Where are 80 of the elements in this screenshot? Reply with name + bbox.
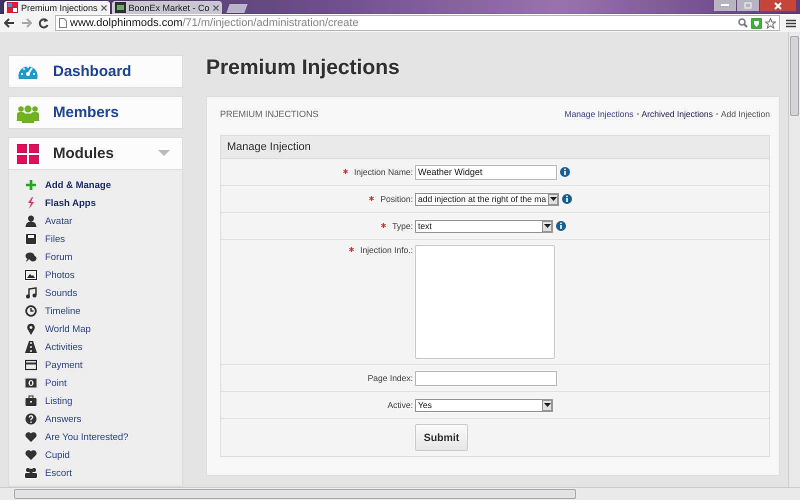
close-icon <box>774 2 782 10</box>
breadcrumb-link[interactable]: Manage Injections <box>564 109 634 119</box>
sidebar-item[interactable]: Answers <box>45 414 82 424</box>
scrollbar-thumb[interactable] <box>790 36 799 116</box>
panel-heading: PREMIUM INJECTIONS <box>220 109 320 119</box>
close-button[interactable] <box>760 0 796 11</box>
plus-icon <box>25 179 37 191</box>
close-icon[interactable] <box>212 4 219 10</box>
dropdown-field[interactable]: add injection at the right of the ma <box>415 192 560 206</box>
star-icon[interactable] <box>765 18 776 28</box>
sidebar-item[interactable]: Add & Manage <box>45 180 111 190</box>
field-label: Active: <box>387 400 413 410</box>
separator-dot <box>716 113 718 115</box>
minimize-icon <box>721 4 729 7</box>
sidebar-menu-item[interactable]: Members <box>8 96 183 129</box>
dropdown-field[interactable]: Yes <box>415 398 553 412</box>
sidebar-item[interactable]: Forum <box>45 252 72 262</box>
sidebar-item[interactable]: Point <box>45 378 67 388</box>
square-icon <box>114 2 126 13</box>
new-tab-button[interactable] <box>226 4 248 13</box>
sidebar-item[interactable]: Flash Apps <box>45 198 96 208</box>
people-icon <box>17 102 39 122</box>
menu-icon[interactable] <box>786 18 796 28</box>
sidebar-item[interactable]: Sounds <box>45 288 78 298</box>
sidebar-item[interactable]: Listing <box>45 396 72 406</box>
heart-icon <box>25 431 37 443</box>
submit-button[interactable]: Submit <box>415 424 468 451</box>
back-icon[interactable] <box>4 18 15 28</box>
sidebar-item[interactable]: Photos <box>45 270 75 280</box>
sidebar-item[interactable]: Avatar <box>45 216 72 226</box>
lightning-icon <box>25 197 37 209</box>
grid-icon <box>17 144 39 164</box>
field-label: Position: <box>380 194 413 204</box>
separator-dot <box>636 113 638 115</box>
field-label: Page Index: <box>368 373 413 383</box>
form-title: Manage Injection <box>221 136 769 159</box>
breadcrumb-link[interactable]: Archived Injections <box>642 109 713 119</box>
sidebar-item[interactable]: Escort <box>45 468 72 478</box>
sidebar-item[interactable]: Payment <box>45 360 82 370</box>
music-note-icon <box>25 287 37 299</box>
scrollbar-thumb[interactable] <box>14 489 576 499</box>
briefcase-icon <box>25 395 37 407</box>
field-label: Injection Name: <box>354 167 413 177</box>
clock-icon <box>25 305 37 317</box>
shield-icon[interactable] <box>751 18 762 28</box>
browser-tab[interactable]: BoonEx Market - Co <box>112 1 222 14</box>
people-icon <box>25 467 37 479</box>
sidebar-item[interactable]: Are You Interested? <box>45 432 128 442</box>
info-icon[interactable] <box>560 167 570 177</box>
field-label: Injection Info.: <box>360 245 413 255</box>
image-icon <box>25 269 37 281</box>
page-title: Premium Injections <box>206 55 401 81</box>
close-icon[interactable] <box>100 4 107 10</box>
sidebar-menu-item[interactable]: Modules <box>8 137 183 170</box>
credit-card-icon <box>25 359 37 371</box>
page-icon <box>59 18 67 28</box>
sidebar-item[interactable]: Files <box>45 234 66 244</box>
question-icon <box>25 413 37 425</box>
person-icon <box>25 215 37 227</box>
speech-bubble-icon <box>25 251 37 263</box>
field-label: Type: <box>392 221 413 231</box>
search-icon[interactable] <box>738 18 748 28</box>
sidebar-item[interactable]: Timeline <box>45 306 81 316</box>
sidebar-item[interactable]: Activities <box>45 342 82 352</box>
sidebar-item[interactable]: World Map <box>45 324 91 334</box>
browser-tab[interactable]: Premium Injections <box>4 1 110 14</box>
reload-icon[interactable] <box>38 18 49 28</box>
road-icon <box>25 341 37 353</box>
sidebar-menu-item[interactable]: Dashboard <box>8 55 183 88</box>
sidebar-item[interactable]: Cupid <box>45 450 70 460</box>
info-icon[interactable] <box>562 194 572 204</box>
map-pin-icon <box>25 323 37 335</box>
maximize-icon <box>744 2 752 9</box>
input-field[interactable] <box>415 370 557 386</box>
heart-icon <box>25 449 37 461</box>
input-field[interactable]: Weather Widget <box>415 164 557 180</box>
banknote-icon <box>25 377 37 389</box>
info-icon[interactable] <box>556 221 566 231</box>
address-bar[interactable]: www.dolphinmods.com/71/m/injection/administration/create <box>55 15 780 31</box>
dropdown-field[interactable]: text <box>415 220 553 232</box>
